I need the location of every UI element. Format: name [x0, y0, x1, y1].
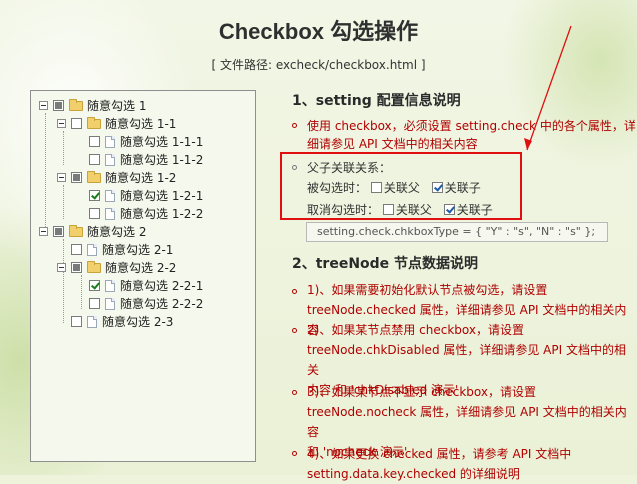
tree-checkbox[interactable] — [71, 316, 82, 327]
code-sample: setting.check.chkboxType = { "Y" : "s", … — [306, 222, 608, 242]
collapse-switch[interactable] — [57, 263, 66, 272]
tree-node[interactable]: 随意勾选 2-3 — [71, 313, 173, 330]
tree-checkbox[interactable] — [71, 172, 82, 183]
tree-checkbox[interactable] — [89, 190, 100, 201]
tree-node-label: 随意勾选 1-2-1 — [120, 189, 204, 203]
tree-node[interactable]: 随意勾选 2-2 — [57, 259, 176, 276]
tree-node[interactable]: 随意勾选 1-2 — [57, 169, 176, 186]
tree-node-label: 随意勾选 2-2-1 — [120, 279, 204, 293]
tree-connector — [45, 113, 46, 233]
tree-checkbox[interactable] — [89, 280, 100, 291]
highlight-box — [280, 152, 522, 220]
collapse-switch[interactable] — [57, 173, 66, 182]
page-title: Checkbox 勾选操作 — [218, 19, 419, 44]
tree-node-label: 随意勾选 2 — [87, 225, 147, 239]
folder-icon — [69, 98, 83, 111]
folder-icon — [87, 116, 101, 129]
bullet-icon — [292, 123, 297, 128]
file-path: [ 文件路径: excheck/checkbox.html ] — [211, 58, 426, 72]
tree-node-label: 随意勾选 1-1-1 — [120, 135, 204, 149]
tree-connector — [63, 131, 64, 165]
tree-node-label: 随意勾选 1-2-2 — [120, 207, 204, 221]
tree-checkbox[interactable] — [71, 262, 82, 273]
document-icon — [105, 189, 115, 202]
bullet-icon — [292, 451, 297, 456]
section-title-treenode: 2、treeNode 节点数据说明 — [292, 256, 479, 272]
tree-checkbox[interactable] — [53, 226, 64, 237]
tree-node[interactable]: 随意勾选 2-1 — [71, 241, 173, 258]
section-title-setting: 1、setting 配置信息说明 — [292, 93, 461, 109]
document-icon — [105, 279, 115, 292]
document-icon — [105, 297, 115, 310]
tree-node-label: 随意勾选 2-1 — [102, 243, 174, 257]
tree-node[interactable]: 随意勾选 1-1 — [57, 115, 176, 132]
folder-icon — [69, 224, 83, 237]
tree-checkbox[interactable] — [71, 118, 82, 129]
bullet-icon — [292, 328, 297, 333]
document-icon — [105, 207, 115, 220]
folder-icon — [87, 170, 101, 183]
bullet-icon — [292, 390, 297, 395]
tree-checkbox[interactable] — [89, 154, 100, 165]
tree-node[interactable]: 随意勾选 2-2-2 — [89, 295, 203, 312]
tree-node[interactable]: 随意勾选 1-2-2 — [89, 205, 203, 222]
collapse-switch[interactable] — [57, 119, 66, 128]
document-icon — [87, 315, 97, 328]
tree-connector — [63, 239, 64, 323]
tree-node[interactable]: 随意勾选 2 — [39, 223, 146, 240]
tree-checkbox[interactable] — [89, 136, 100, 147]
collapse-switch[interactable] — [39, 227, 48, 236]
tree-checkbox[interactable] — [89, 208, 100, 219]
tree-connector — [81, 275, 82, 309]
tree-node[interactable]: 随意勾选 1-1-2 — [89, 151, 203, 168]
document-icon — [105, 135, 115, 148]
tree-node-label: 随意勾选 2-2 — [105, 261, 177, 275]
tree-node-label: 随意勾选 1-1 — [105, 117, 177, 131]
tree-checkbox[interactable] — [89, 298, 100, 309]
tree-panel: 随意勾选 1 随意勾选 1-1 随意勾选 1-1-1 随意勾选 1-1-2 随意… — [30, 90, 256, 462]
tree-node-label: 随意勾选 1 — [87, 99, 147, 113]
document-icon — [105, 153, 115, 166]
tree-node[interactable]: 随意勾选 2-2-1 — [89, 277, 203, 294]
setting-description: 使用 checkbox，必须设置 setting.check 中的各个属性，详 … — [307, 119, 636, 151]
tree-node-label: 随意勾选 1-1-2 — [120, 153, 204, 167]
treenode-note-4: 4)、如果更换 checked 属性，请参考 API 文档中 setting.d… — [307, 447, 572, 481]
tree-checkbox[interactable] — [53, 100, 64, 111]
tree-node-label: 随意勾选 2-3 — [102, 315, 174, 329]
folder-icon — [87, 260, 101, 273]
document-icon — [87, 243, 97, 256]
tree-node[interactable]: 随意勾选 1-2-1 — [89, 187, 203, 204]
collapse-switch[interactable] — [39, 101, 48, 110]
tree-node-label: 随意勾选 1-2 — [105, 171, 177, 185]
tree-checkbox[interactable] — [71, 244, 82, 255]
tree-connector — [63, 185, 64, 219]
tree-node-label: 随意勾选 2-2-2 — [120, 297, 204, 311]
bullet-icon — [292, 289, 297, 294]
tree-node[interactable]: 随意勾选 1 — [39, 97, 146, 114]
tree-node[interactable]: 随意勾选 1-1-1 — [89, 133, 203, 150]
